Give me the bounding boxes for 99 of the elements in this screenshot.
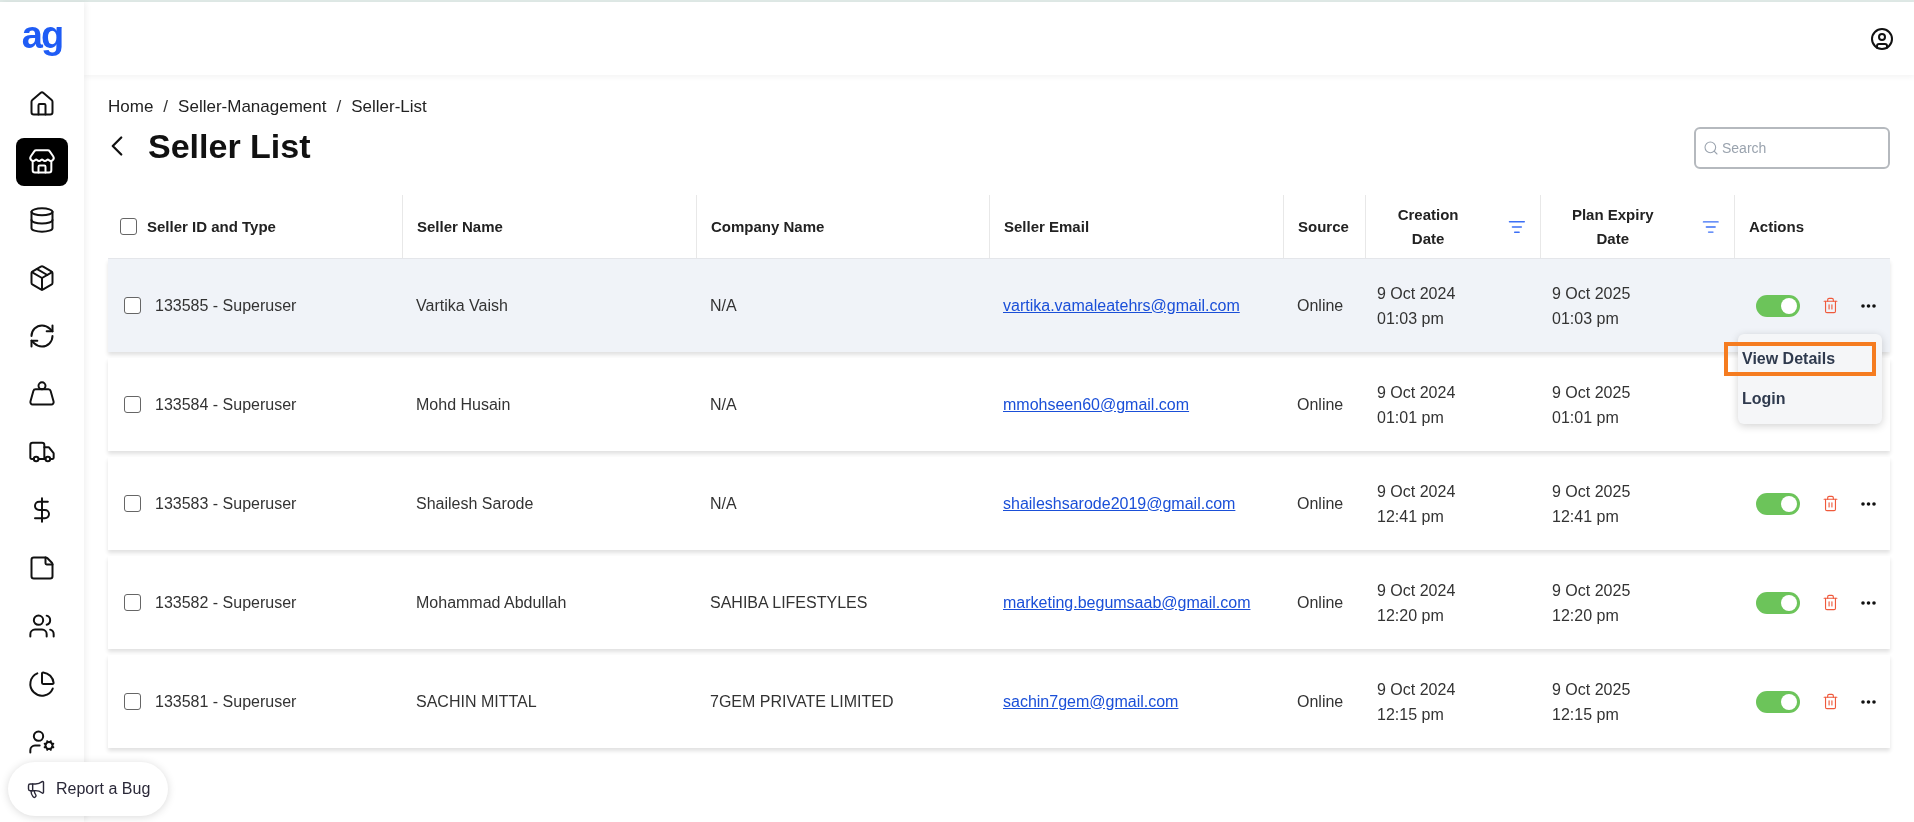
table-row[interactable]: 133582 - Superuser Mohammad Abdullah SAHIBA LIFESTYLES marketing.begumsaab@gmail.com Online 9 Oct 2024 12:20 pm 9 Oct 2025 12:20 pm xyxy=(108,556,1890,649)
megaphone-icon xyxy=(26,779,46,799)
table-cell-text: 9 Oct 2024 01:03 pm xyxy=(1377,283,1456,329)
table-row[interactable]: 133585 - Superuser Vartika Vaish N/A vartika.vamaleatehrs@gmail.com Online 9 Oct 2024 01:03 pm 9 Oct 2025 01:03 pm xyxy=(108,259,1890,352)
table-cell-text: Online xyxy=(1297,295,1344,316)
table-cell-text: Online xyxy=(1297,493,1344,514)
search-icon xyxy=(1703,140,1719,156)
more-button[interactable] xyxy=(1861,600,1876,605)
table-cell-text: 9 Oct 2025 01:01 pm xyxy=(1552,382,1631,428)
toggle-switch[interactable] xyxy=(1756,294,1800,317)
breadcrumb-link[interactable]: Seller-List xyxy=(351,97,427,117)
menu-item[interactable]: View Details xyxy=(1724,342,1876,376)
box-icon xyxy=(28,264,56,292)
column-header: Seller Email xyxy=(1004,216,1090,237)
table-cell-text: Online xyxy=(1297,691,1344,712)
delete-button[interactable] xyxy=(1822,693,1839,710)
breadcrumb-link[interactable]: Home xyxy=(108,97,154,117)
email-link[interactable]: marketing.begumsaab@gmail.com xyxy=(1003,593,1251,612)
user-gear-icon xyxy=(28,728,56,756)
note-icon xyxy=(28,554,56,582)
people-icon xyxy=(28,612,56,640)
table-row[interactable]: 133581 - Superuser SACHIN MITTAL 7GEM PRIVATE LIMITED sachin7gem@gmail.com Online 9 Oct 2024 12:15 pm 9 Oct 2025 12:15 pm xyxy=(108,655,1890,748)
email-link[interactable]: vartika.vamaleatehrs@gmail.com xyxy=(1003,296,1240,315)
trash-icon xyxy=(1822,693,1839,710)
table-cell-text: 9 Oct 2024 01:01 pm xyxy=(1377,382,1456,428)
table-cell-text: Online xyxy=(1297,592,1344,613)
arrows-cycle-icon xyxy=(28,322,56,350)
table-cell-text: SACHIN MITTAL xyxy=(416,691,537,712)
profile-button[interactable] xyxy=(1870,26,1894,51)
column-header: Actions xyxy=(1749,216,1804,237)
trash-icon xyxy=(1822,297,1839,314)
menu-item[interactable]: Login xyxy=(1724,382,1876,416)
table-cell-text: N/A xyxy=(710,295,737,316)
row-checkbox[interactable] xyxy=(124,693,141,710)
table-cell-text: SAHIBA LIFESTYLES xyxy=(710,592,868,613)
table-cell-text: Shailesh Sarode xyxy=(416,493,534,514)
bag-icon xyxy=(28,380,56,408)
column-header: Source xyxy=(1298,216,1349,237)
more-button[interactable] xyxy=(1861,303,1876,308)
breadcrumb-link[interactable]: Seller-Management xyxy=(178,97,327,117)
house-icon xyxy=(28,90,56,118)
table-cell-text: 133585 - Superuser xyxy=(155,295,297,316)
row-checkbox[interactable] xyxy=(124,594,141,611)
row-checkbox[interactable] xyxy=(124,396,141,413)
ellipsis-icon xyxy=(1861,501,1876,506)
email-link[interactable]: mmohseen60@gmail.com xyxy=(1003,395,1190,414)
table-cell-text: 9 Oct 2025 12:20 pm xyxy=(1552,580,1631,626)
column-header: Company Name xyxy=(711,216,825,237)
column-header: Plan Expiry Date xyxy=(1570,204,1655,249)
table-cell-text: Vartika Vaish xyxy=(416,295,508,316)
more-button[interactable] xyxy=(1861,501,1876,506)
ellipsis-icon xyxy=(1861,303,1876,308)
table-cell-text: 133582 - Superuser xyxy=(155,592,297,613)
table-cell-text: 9 Oct 2025 01:03 pm xyxy=(1552,283,1631,329)
table-cell-text: 7GEM PRIVATE LIMITED xyxy=(710,691,894,712)
delete-button[interactable] xyxy=(1822,594,1839,611)
column-header: Seller ID and Type xyxy=(147,216,276,237)
report-bug-button[interactable]: Report a Bug xyxy=(8,762,169,816)
column-header: Seller Name xyxy=(417,216,503,237)
toggle-switch[interactable] xyxy=(1756,591,1800,614)
table-row[interactable]: 133583 - Superuser Shailesh Sarode N/A shaileshsarode2019@gmail.com Online 9 Oct 2024 12:41 pm 9 Oct 2025 12:41 pm xyxy=(108,457,1890,550)
table-cell-text: 9 Oct 2024 12:20 pm xyxy=(1377,580,1456,626)
select-all-checkbox[interactable] xyxy=(120,218,137,235)
pie-chart-icon xyxy=(28,670,56,698)
trash-icon xyxy=(1822,495,1839,512)
column-header: Creation Date xyxy=(1396,204,1460,249)
table-cell-text: 133584 - Superuser xyxy=(155,394,297,415)
email-link[interactable]: sachin7gem@gmail.com xyxy=(1003,692,1179,711)
delete-button[interactable] xyxy=(1822,495,1839,512)
storefront-icon xyxy=(28,148,56,176)
toggle-switch[interactable] xyxy=(1756,492,1800,515)
breadcrumb-separator: / xyxy=(163,97,169,117)
search-field[interactable]: Search xyxy=(1694,127,1890,169)
toggle-switch[interactable] xyxy=(1756,690,1800,713)
table-cell-text: 133583 - Superuser xyxy=(155,493,297,514)
table-cell-text: Mohammad Abdullah xyxy=(416,592,567,613)
delete-button[interactable] xyxy=(1822,297,1839,314)
row-checkbox[interactable] xyxy=(124,297,141,314)
logo: ag xyxy=(21,16,63,54)
ellipsis-icon xyxy=(1861,699,1876,704)
user-circle-icon xyxy=(1870,26,1894,51)
page-title: Seller List xyxy=(148,126,311,166)
more-button[interactable] xyxy=(1861,699,1876,704)
ellipsis-icon xyxy=(1861,600,1876,605)
email-link[interactable]: shaileshsarode2019@gmail.com xyxy=(1003,494,1236,513)
sidebar-item[interactable] xyxy=(16,138,68,186)
breadcrumb-separator: / xyxy=(336,97,342,117)
table-cell-text: Online xyxy=(1297,394,1344,415)
table-cell-text: 9 Oct 2025 12:15 pm xyxy=(1552,679,1631,725)
table-cell-text: N/A xyxy=(710,493,737,514)
table-cell-text: N/A xyxy=(710,394,737,415)
table-cell-text: 9 Oct 2024 12:41 pm xyxy=(1377,481,1456,527)
table-cell-text: 9 Oct 2025 12:41 pm xyxy=(1552,481,1631,527)
table-cell-text: Mohd Husain xyxy=(416,394,511,415)
trash-icon xyxy=(1822,594,1839,611)
table-cell-text: 9 Oct 2024 12:15 pm xyxy=(1377,679,1456,725)
table-cell-text: 133581 - Superuser xyxy=(155,691,297,712)
database-icon xyxy=(28,206,56,234)
row-checkbox[interactable] xyxy=(124,495,141,512)
